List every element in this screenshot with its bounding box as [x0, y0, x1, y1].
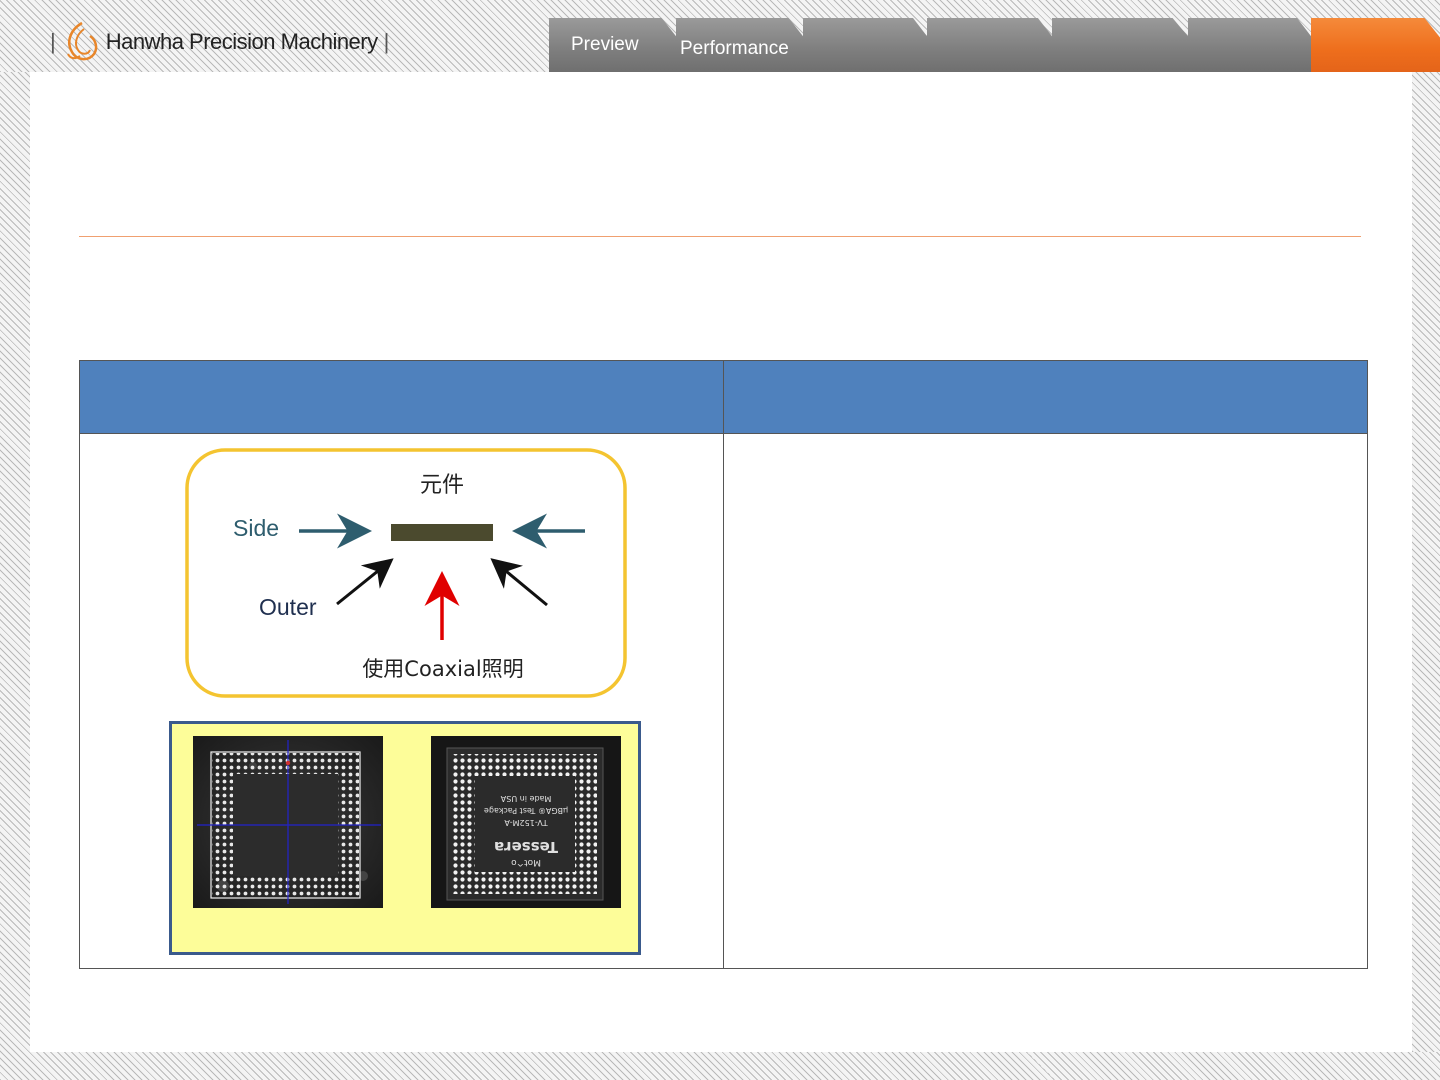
component-label: 元件: [420, 473, 464, 498]
bga-vision-image: [193, 736, 383, 908]
table-column-divider: [723, 361, 724, 968]
chip-line-3: TV-152M-A: [504, 818, 549, 827]
flame-logo-icon: [66, 21, 98, 61]
tab-3[interactable]: [803, 18, 928, 72]
tab-6[interactable]: [1188, 18, 1312, 72]
tab-4[interactable]: [927, 18, 1053, 72]
table-row-divider: [80, 433, 1367, 434]
component-block: [391, 524, 493, 541]
outer-label: Outer: [259, 594, 317, 620]
tab-label: Preview: [571, 34, 639, 55]
logo-divider-left: |: [50, 29, 56, 54]
background-hatch-right: [1412, 72, 1440, 1080]
chip-line-5: Made in USA: [500, 794, 551, 803]
tab-performance[interactable]: Performance: [676, 18, 804, 72]
lighting-comparison-table: 元件 Side Outer 使用Coaxial照明 Mot^o Tessera …: [79, 360, 1368, 969]
chip-line-1: Mot^o: [511, 857, 541, 867]
coaxial-label: 使用Coaxial照明: [362, 657, 523, 681]
lighting-diagram: 元件 Side Outer 使用Coaxial照明: [185, 448, 627, 698]
section-tabs: Preview Performance: [549, 18, 1440, 72]
background-hatch-left: [0, 72, 30, 1080]
table-header-right: [724, 361, 1367, 433]
tab-preview[interactable]: Preview: [549, 18, 677, 72]
brand-logo: | Hanwha Precision Machinery |: [44, 18, 395, 66]
chip-line-4: μBGA® Test Package: [484, 806, 568, 815]
tab-label: Performance: [680, 38, 789, 59]
tab-active[interactable]: [1311, 18, 1440, 72]
tab-5[interactable]: [1052, 18, 1189, 72]
bga-chip-photo: Mot^o Tessera TV-152M-A μBGA® Test Packa…: [431, 736, 621, 908]
table-header-left: [80, 361, 724, 433]
background-hatch-bottom: [0, 1052, 1440, 1080]
inspection-photo-panel: Mot^o Tessera TV-152M-A μBGA® Test Packa…: [169, 721, 641, 955]
logo-divider-right: |: [383, 29, 390, 54]
title-underline: [79, 236, 1361, 237]
chip-line-2: Tessera: [494, 838, 558, 856]
brand-name: Hanwha Precision Machinery: [105, 29, 378, 54]
side-label: Side: [233, 515, 279, 541]
